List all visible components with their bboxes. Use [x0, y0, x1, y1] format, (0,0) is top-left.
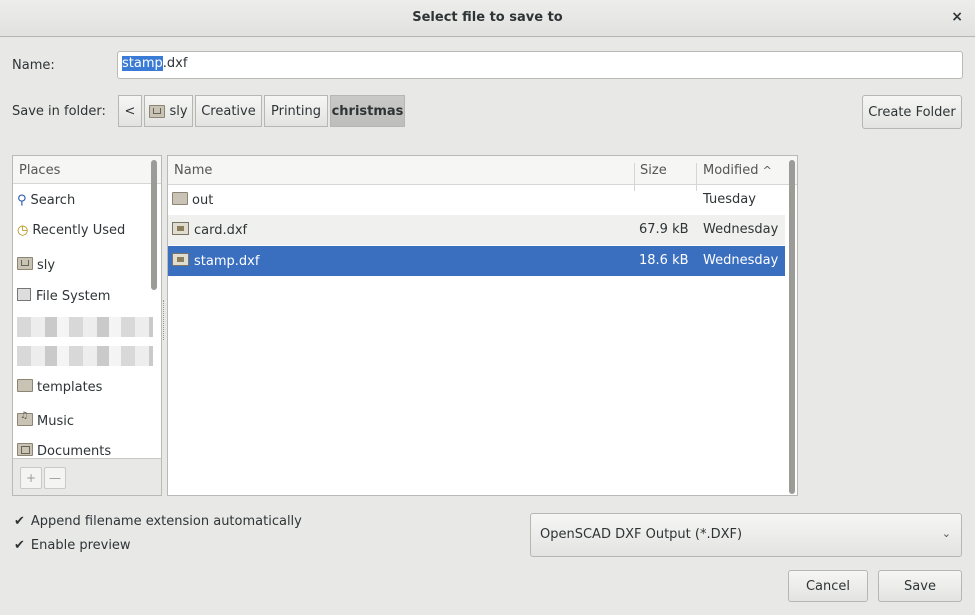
place-templates[interactable]: templates	[17, 379, 102, 395]
place-music[interactable]: Music	[17, 411, 74, 429]
column-header-name[interactable]: Name	[174, 163, 212, 178]
cancel-button[interactable]: Cancel	[788, 570, 868, 602]
name-label: Name:	[12, 58, 55, 73]
file-row[interactable]: out Tuesday	[168, 185, 785, 215]
home-folder-icon	[149, 104, 166, 118]
column-header-modified[interactable]: Modified ^	[703, 163, 772, 178]
file-name: out	[192, 193, 214, 208]
sort-ascending-icon: ^	[762, 164, 772, 177]
places-header: Places	[13, 156, 161, 184]
redacted-bookmark	[17, 346, 153, 366]
file-list-scrollbar[interactable]	[789, 160, 795, 494]
close-icon[interactable]: ×	[951, 9, 963, 25]
folder-icon	[172, 192, 188, 205]
place-documents[interactable]: Documents	[17, 443, 111, 459]
file-type-filter-dropdown[interactable]: OpenSCAD DXF Output (*.DXF) ⌄	[530, 513, 962, 557]
file-row[interactable]: card.dxf 67.9 kB Wednesday	[168, 215, 785, 245]
breadcrumb-creative[interactable]: Creative	[195, 95, 262, 127]
place-search[interactable]: ⚲ Search	[17, 193, 75, 208]
breadcrumb-printing[interactable]: Printing	[264, 95, 328, 127]
place-label: Music	[37, 414, 74, 429]
image-file-icon	[172, 222, 189, 235]
image-file-icon	[172, 253, 189, 266]
dialog-title: Select file to save to	[412, 10, 563, 25]
place-label: Recently Used	[32, 223, 126, 238]
breadcrumb-label: sly	[169, 103, 188, 119]
file-row-selected[interactable]: stamp.dxf 18.6 kB Wednesday	[168, 246, 785, 276]
place-label: sly	[37, 258, 56, 273]
checkmark-icon: ✔	[14, 538, 25, 553]
documents-folder-icon	[17, 443, 33, 456]
filename-input[interactable]: stamp.dxf	[117, 51, 963, 79]
file-modified: Wednesday	[703, 253, 779, 268]
file-modified: Tuesday	[703, 192, 756, 207]
folder-icon	[17, 379, 33, 392]
append-extension-checkbox[interactable]: ✔ Append filename extension automatically	[14, 514, 302, 529]
column-header-size[interactable]: Size	[640, 163, 667, 178]
append-extension-label: Append filename extension automatically	[30, 514, 302, 529]
file-size: 18.6 kB	[639, 253, 689, 268]
file-modified: Wednesday	[703, 222, 779, 237]
search-icon: ⚲	[17, 193, 27, 208]
enable-preview-label: Enable preview	[30, 538, 131, 553]
clock-icon: ◷	[17, 223, 29, 238]
breadcrumb-sly[interactable]: sly	[144, 95, 193, 127]
file-name: card.dxf	[194, 223, 248, 238]
breadcrumb-christmas[interactable]: christmas	[330, 95, 405, 127]
save-button[interactable]: Save	[878, 570, 962, 602]
remove-bookmark-button[interactable]: —	[44, 467, 66, 489]
chevron-down-icon: ⌄	[941, 527, 951, 540]
home-folder-icon	[17, 257, 33, 270]
file-list-header: Name Size Modified ^	[168, 156, 797, 191]
redacted-bookmark	[17, 317, 153, 337]
column-header-modified-label: Modified	[703, 163, 759, 178]
save-in-folder-label: Save in folder:	[12, 104, 106, 119]
filename-extension-text: .dxf	[162, 56, 188, 71]
file-list: Name Size Modified ^ out Tuesday card.dx…	[167, 155, 798, 496]
file-type-filter-value: OpenSCAD DXF Output (*.DXF)	[540, 527, 743, 542]
checkmark-icon: ✔	[14, 514, 25, 529]
create-folder-button[interactable]: Create Folder	[862, 95, 962, 129]
place-label: File System	[36, 289, 111, 304]
music-folder-icon	[17, 411, 33, 426]
place-sly[interactable]: sly	[17, 257, 55, 273]
file-size: 67.9 kB	[639, 222, 689, 237]
title-bar: Select file to save to ×	[0, 0, 975, 37]
place-label: Documents	[37, 444, 112, 459]
file-name: stamp.dxf	[194, 254, 260, 269]
places-sidebar: Places ⚲ Search ◷ Recently Used sly File S…	[12, 155, 162, 496]
places-footer: + —	[13, 458, 161, 495]
places-scrollbar[interactable]	[151, 160, 157, 290]
add-bookmark-button[interactable]: +	[20, 467, 42, 489]
filename-selected-text: stamp	[122, 56, 163, 71]
breadcrumb-back-button[interactable]: <	[118, 95, 142, 127]
place-label: templates	[37, 380, 103, 395]
pane-splitter-handle[interactable]	[163, 300, 166, 340]
drive-icon	[17, 288, 31, 301]
place-recently-used[interactable]: ◷ Recently Used	[17, 223, 125, 238]
enable-preview-checkbox[interactable]: ✔ Enable preview	[14, 538, 131, 553]
place-label: Search	[30, 193, 76, 208]
place-file-system[interactable]: File System	[17, 288, 110, 304]
